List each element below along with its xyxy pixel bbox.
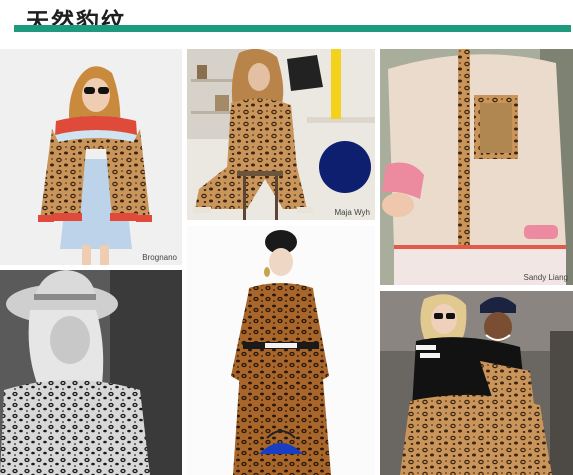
model-leopard-suit-illustration <box>187 49 375 220</box>
photo-sandy-liang: Sandy Liang <box>380 49 573 285</box>
photo-leopard-dress <box>187 226 375 475</box>
photo-caption: Maja Wyh <box>334 208 371 217</box>
photo-maja-wyh: Maja Wyh <box>187 49 375 220</box>
photo-street-couple <box>380 291 573 475</box>
photo-caption: Sandy Liang <box>523 273 568 282</box>
photo-caption: Brognano <box>142 253 177 262</box>
model-leopard-bomber-illustration <box>0 49 182 265</box>
model-hat-bw-illustration <box>0 270 182 475</box>
photo-hat-leopard-bw <box>0 270 182 475</box>
model-leopard-dress-illustration <box>187 226 375 475</box>
model-fleece-jacket-illustration <box>380 49 573 285</box>
street-couple-illustration <box>380 291 573 475</box>
photo-brognano: Brognano <box>0 49 182 265</box>
title-underline-bar <box>14 25 571 32</box>
